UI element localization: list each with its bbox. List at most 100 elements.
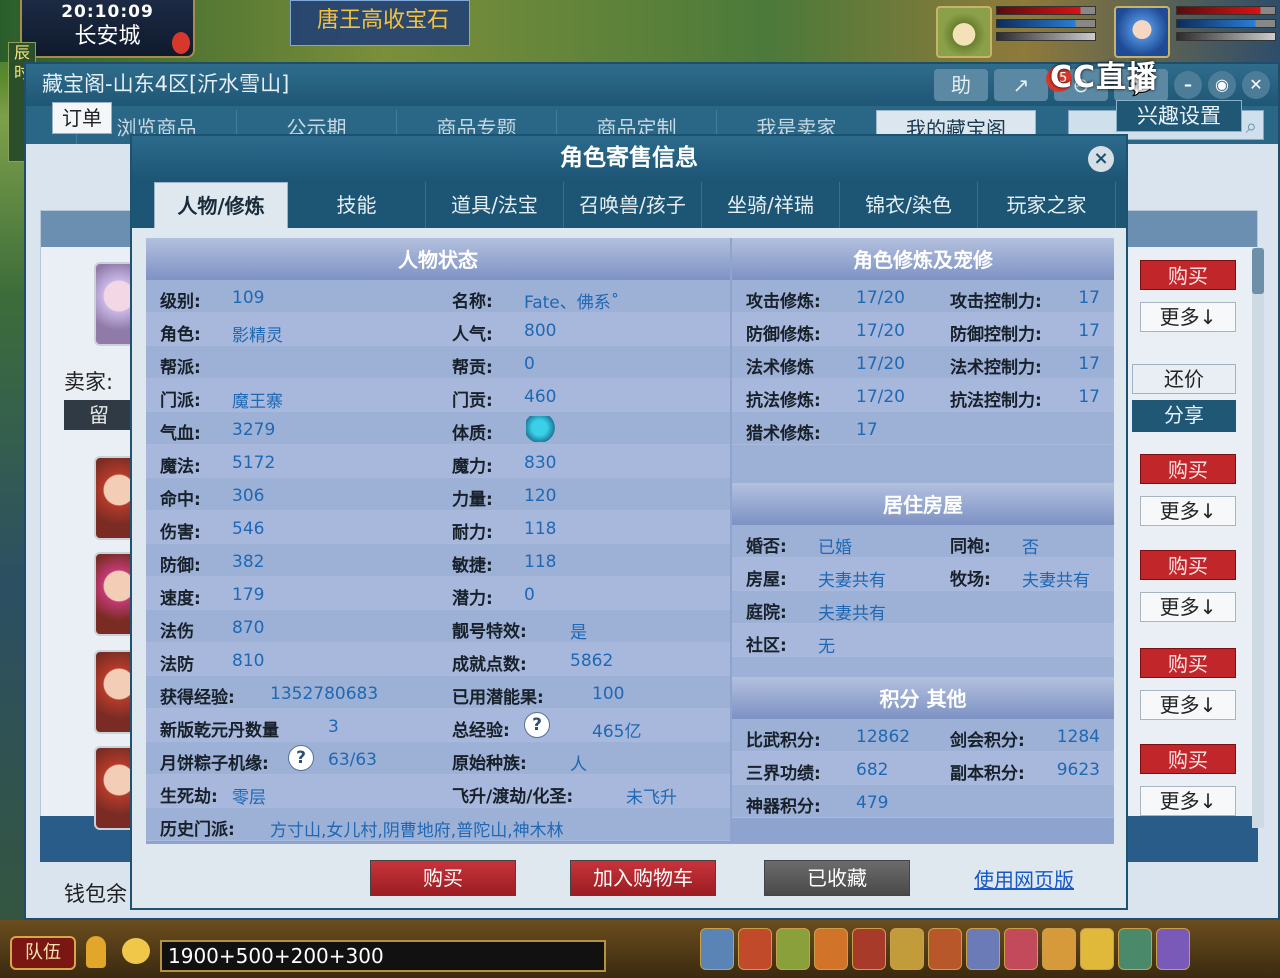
share-icon[interactable]: ↗ xyxy=(994,69,1048,101)
buy-button[interactable]: 购买 xyxy=(370,860,516,896)
stat-value: 零层 xyxy=(232,788,266,808)
pet-portrait[interactable] xyxy=(936,6,992,58)
chat-bubble-icon[interactable] xyxy=(122,938,150,964)
info-label: 三界功绩: xyxy=(746,764,821,784)
buy-button[interactable]: 购买 xyxy=(1140,550,1236,580)
info-value: 17/20 xyxy=(856,321,905,341)
stat-value: 465亿 xyxy=(592,722,642,742)
help-icon[interactable]: 助 xyxy=(934,69,988,101)
tab-outfits[interactable]: 锦衣/染色 xyxy=(840,182,978,228)
dialog-title-bar: 角色寄售信息 × xyxy=(132,136,1126,180)
map-icon[interactable] xyxy=(966,928,1000,970)
shop-icon[interactable] xyxy=(1042,928,1076,970)
status-cell: 门派: 魔王寨 xyxy=(146,379,438,412)
system-icon[interactable] xyxy=(1118,928,1152,970)
tab-items[interactable]: 道具/法宝 xyxy=(426,182,564,228)
collected-button[interactable]: 已收藏 xyxy=(764,860,910,896)
share-button[interactable]: 分享 xyxy=(1132,400,1236,432)
stat-label: 帮派: xyxy=(160,358,201,378)
stat-label: 成就点数: xyxy=(452,655,527,675)
listing-scroll-thumb[interactable] xyxy=(1252,248,1264,294)
buy-button[interactable]: 购买 xyxy=(1140,260,1236,290)
stat-value: 100 xyxy=(592,684,625,704)
buy-button[interactable]: 购买 xyxy=(1140,744,1236,774)
info-label: 比武积分: xyxy=(746,731,821,751)
menu-icon[interactable] xyxy=(1156,928,1190,970)
status-cell: 法防 810 xyxy=(146,643,438,675)
stat-label: 法防 xyxy=(160,655,194,675)
skill-icon[interactable] xyxy=(852,928,886,970)
status-cell: 魔力: 830 xyxy=(438,445,730,477)
info-value: 1284 xyxy=(1056,727,1100,747)
status-cell: 帮贡: 0 xyxy=(438,346,730,378)
status-cell: 命中: 306 xyxy=(146,478,438,510)
close-icon[interactable]: ✕ xyxy=(1242,71,1270,99)
team-button[interactable]: 队伍 xyxy=(10,936,76,970)
buy-button[interactable]: 购买 xyxy=(1140,648,1236,678)
buy-button[interactable]: 购买 xyxy=(1140,454,1236,484)
status-cell: 原始种族: 人 xyxy=(438,742,730,775)
message-button[interactable]: 留 xyxy=(64,400,134,430)
quest-title: 唐王高收宝石 xyxy=(317,8,450,33)
bargain-button[interactable]: 还价 xyxy=(1132,364,1236,394)
info-value: 无 xyxy=(818,637,835,657)
microphone-icon[interactable] xyxy=(86,936,106,968)
section-title: 居住房屋 xyxy=(732,483,1114,525)
tab-character[interactable]: 人物/修炼 xyxy=(154,182,288,228)
web-version-link[interactable]: 使用网页版 xyxy=(974,864,1074,893)
info-label: 法术控制力: xyxy=(950,358,1042,378)
sword-icon[interactable] xyxy=(700,928,734,970)
stat-label: 靓号特效: xyxy=(452,622,527,642)
more-button[interactable]: 更多↓ xyxy=(1140,786,1236,816)
right-sections: 角色修炼及宠修 攻击修炼: 17/20 攻击控制力: 17 防御修炼: 17/20 防御控制… xyxy=(732,238,1114,844)
tab-skills[interactable]: 技能 xyxy=(288,182,426,228)
friend-icon[interactable] xyxy=(814,928,848,970)
info-label: 防御控制力: xyxy=(950,325,1042,345)
stat-value: 120 xyxy=(524,486,557,506)
close-icon[interactable]: × xyxy=(1088,146,1114,172)
task-icon[interactable] xyxy=(890,928,924,970)
more-button[interactable]: 更多↓ xyxy=(1140,302,1236,332)
status-cell: 帮派: xyxy=(146,346,438,378)
minimize-icon[interactable]: – xyxy=(1174,71,1202,99)
info-label: 防御修炼: xyxy=(746,325,821,345)
more-button[interactable]: 更多↓ xyxy=(1140,690,1236,720)
wallet-balance-label: 钱包余 xyxy=(64,882,127,906)
order-button[interactable]: 订单 xyxy=(52,102,112,134)
section-title: 角色修炼及宠修 xyxy=(732,238,1114,280)
status-row: 法防 810 成就点数: 5862 xyxy=(146,643,730,676)
tab-mounts[interactable]: 坐骑/祥瑞 xyxy=(702,182,840,228)
info-row: 庭院: 夫妻共有 xyxy=(732,591,1114,624)
search-icon[interactable]: ⌕ xyxy=(1246,114,1257,138)
info-value: 夫妻共有 xyxy=(818,604,886,624)
status-cell: 体质: xyxy=(438,412,730,444)
interest-settings-button[interactable]: 兴趣设置 xyxy=(1116,100,1242,132)
add-to-cart-button[interactable]: 加入购物车 xyxy=(570,860,716,896)
listing-scrollbar[interactable] xyxy=(1252,248,1264,828)
status-cell: 已用潜能果: 100 xyxy=(438,676,730,708)
status-cell: 新版乾元丹数量 3 xyxy=(146,709,438,741)
more-button[interactable]: 更多↓ xyxy=(1140,592,1236,622)
info-row: 猎术修炼: 17 xyxy=(732,412,1114,445)
emote-icon[interactable] xyxy=(1080,928,1114,970)
more-button[interactable]: 更多↓ xyxy=(1140,496,1236,526)
help-question-icon[interactable]: ? xyxy=(288,745,314,771)
bag-icon[interactable] xyxy=(738,928,772,970)
quest-tracker[interactable]: 唐王高收宝石 xyxy=(290,0,470,46)
mail-icon[interactable] xyxy=(1004,928,1038,970)
status-row: 伤害: 546 耐力: 118 xyxy=(146,511,730,544)
chat-input[interactable]: 1900+500+200+300 xyxy=(160,940,606,972)
help-question-icon[interactable]: ? xyxy=(524,712,550,738)
info-label: 抗法修炼: xyxy=(746,391,821,411)
gift-icon[interactable] xyxy=(776,928,810,970)
tab-player-home[interactable]: 玩家之家 xyxy=(978,182,1116,228)
hero-portrait[interactable] xyxy=(1114,6,1170,58)
restore-icon[interactable]: ◉ xyxy=(1208,71,1236,99)
info-label: 房屋: xyxy=(746,570,787,590)
info-label: 社区: xyxy=(746,636,787,656)
guild-icon[interactable] xyxy=(928,928,962,970)
stat-value: 306 xyxy=(232,486,265,506)
info-value: 夫妻共有 xyxy=(1022,571,1090,591)
status-cell: 月饼粽子机缘: 63/63? xyxy=(146,742,438,774)
tab-summons[interactable]: 召唤兽/孩子 xyxy=(564,182,702,228)
